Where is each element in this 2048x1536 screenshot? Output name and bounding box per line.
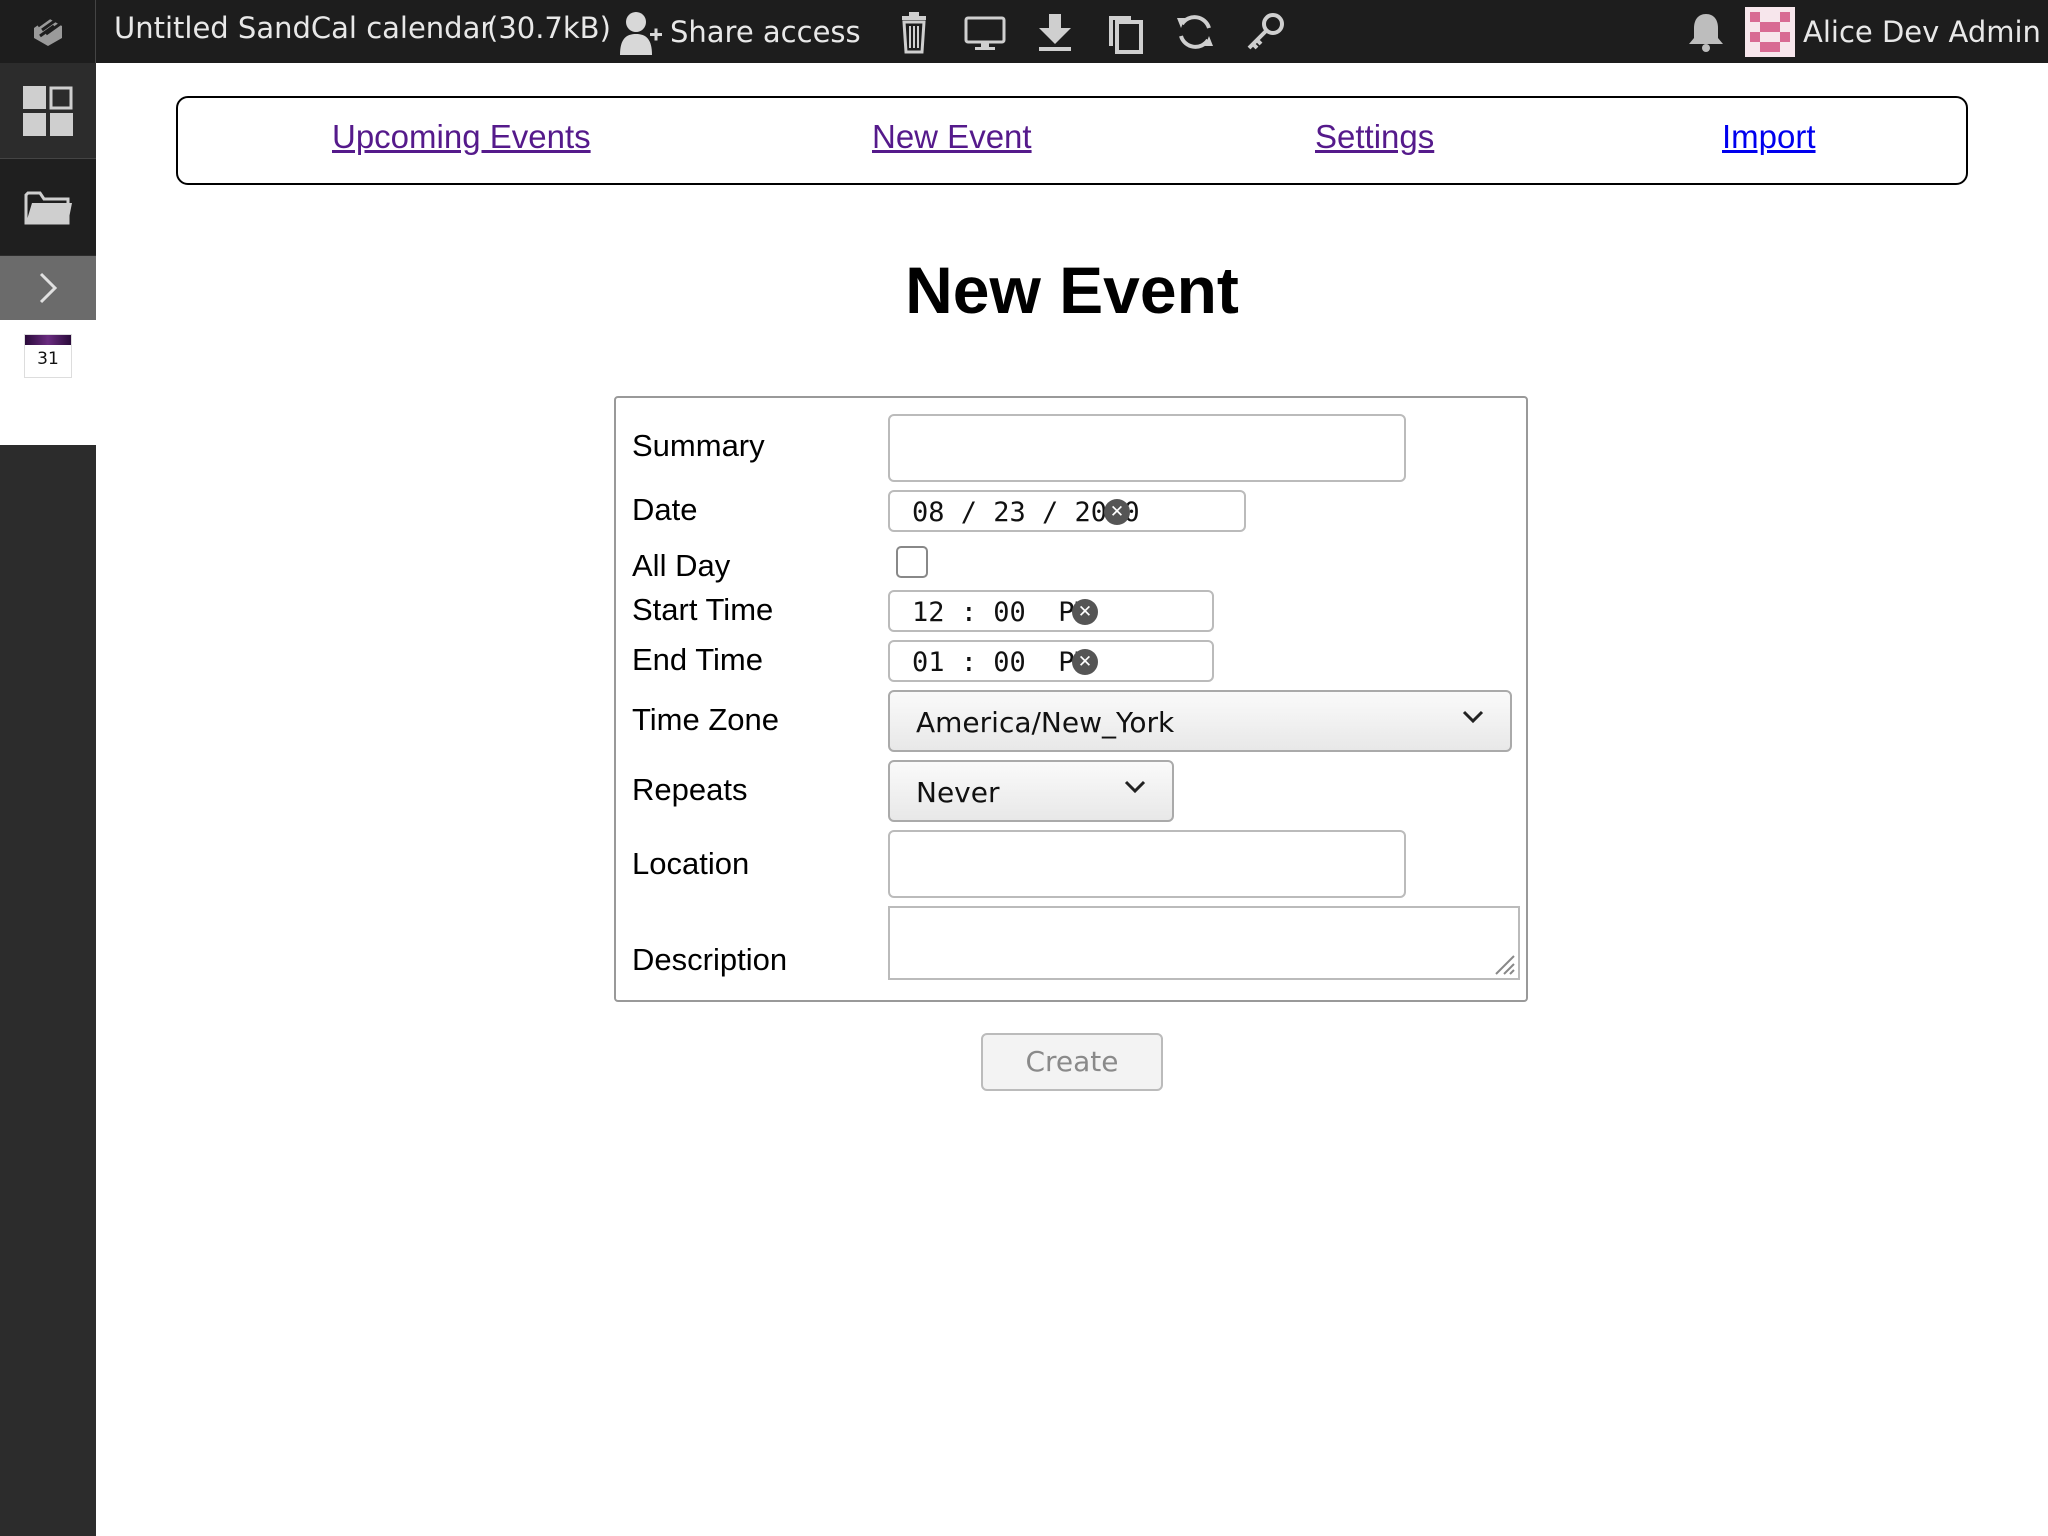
download-icon — [1039, 14, 1071, 51]
chevron-down-icon — [1462, 710, 1484, 724]
avatar — [1745, 7, 1795, 57]
description-label: Description — [632, 942, 788, 977]
calendar-app-icon: 31 — [24, 334, 72, 378]
apps-grid-icon — [23, 86, 73, 136]
grain-title[interactable]: Untitled SandCal calendar — [114, 11, 492, 45]
nav-upcoming-events-link[interactable]: Upcoming Events — [332, 118, 591, 156]
summary-label: Summary — [632, 428, 765, 463]
all-day-checkbox[interactable] — [896, 546, 928, 578]
folder-icon — [24, 191, 72, 225]
clone-grain-button[interactable] — [1103, 10, 1147, 54]
apps-button[interactable] — [0, 63, 96, 159]
identicon-avatar — [1745, 7, 1795, 57]
repeats-value: Never — [916, 776, 1000, 809]
clear-start-time-icon[interactable]: ✕ — [1072, 599, 1098, 625]
open-in-new-window-button[interactable] — [963, 10, 1007, 54]
top-bar: Untitled SandCal calendar (30.7kB) Share… — [0, 0, 2048, 63]
create-button[interactable]: Create — [981, 1033, 1163, 1091]
restart-icon — [1177, 15, 1213, 49]
start-time-input[interactable]: 12 : 00 PM ✕ — [888, 590, 1214, 632]
start-time-value: 12 : 00 PM — [912, 597, 1091, 628]
webkey-button[interactable] — [1243, 10, 1287, 54]
location-input[interactable] — [888, 830, 1406, 898]
start-time-label: Start Time — [632, 592, 774, 627]
time-zone-label: Time Zone — [632, 702, 780, 737]
grains-button[interactable] — [0, 159, 96, 255]
share-user-icon — [620, 12, 662, 55]
page-title: New Event — [905, 253, 1239, 327]
nav-settings-link[interactable]: Settings — [1315, 118, 1434, 156]
repeats-label: Repeats — [632, 772, 748, 807]
restart-app-button[interactable] — [1173, 10, 1217, 54]
date-label: Date — [632, 492, 698, 527]
time-zone-value: America/New_York — [916, 706, 1175, 739]
end-time-input[interactable]: 01 : 00 PM ✕ — [888, 640, 1214, 682]
open-grain-tab[interactable]: 31 — [0, 320, 96, 445]
grain-size: (30.7kB) — [487, 11, 611, 45]
sandstorm-logo[interactable] — [0, 0, 96, 63]
trash-icon — [902, 12, 926, 54]
time-zone-select[interactable]: America/New_York — [888, 690, 1512, 752]
download-backup-button[interactable] — [1033, 10, 1077, 54]
delete-button[interactable] — [892, 10, 936, 54]
copy-icon — [1109, 16, 1143, 54]
repeats-select[interactable]: Never — [888, 760, 1174, 822]
description-textarea[interactable] — [888, 906, 1520, 980]
chevron-down-icon — [1124, 780, 1146, 794]
nav-import-link[interactable]: Import — [1722, 118, 1816, 156]
sandstorm-logo-icon — [34, 14, 62, 46]
calendar-day-number: 31 — [37, 349, 59, 369]
monitor-icon — [964, 16, 1006, 50]
date-input[interactable]: 08 / 23 / 2020 ✕ — [888, 490, 1246, 532]
resize-grip-icon[interactable] — [1490, 950, 1516, 976]
end-time-value: 01 : 00 PM — [912, 647, 1091, 678]
share-access-button[interactable]: Share access — [620, 8, 861, 56]
all-day-label: All Day — [632, 548, 731, 583]
location-label: Location — [632, 846, 750, 881]
app-nav: Upcoming Events New Event Settings Impor… — [176, 96, 1968, 185]
key-icon — [1247, 13, 1284, 50]
summary-input[interactable] — [888, 414, 1406, 482]
clear-date-icon[interactable]: ✕ — [1104, 499, 1130, 525]
user-name: Alice Dev Admin — [1803, 15, 2041, 49]
bell-icon — [1689, 14, 1723, 52]
share-access-label: Share access — [670, 15, 861, 49]
clear-end-time-icon[interactable]: ✕ — [1072, 649, 1098, 675]
notifications-button[interactable] — [1684, 10, 1728, 54]
calendar-band — [25, 335, 71, 345]
end-time-label: End Time — [632, 642, 763, 677]
nav-new-event-link[interactable]: New Event — [872, 118, 1032, 156]
account-menu[interactable]: Alice Dev Admin ▾ — [1745, 6, 2048, 58]
